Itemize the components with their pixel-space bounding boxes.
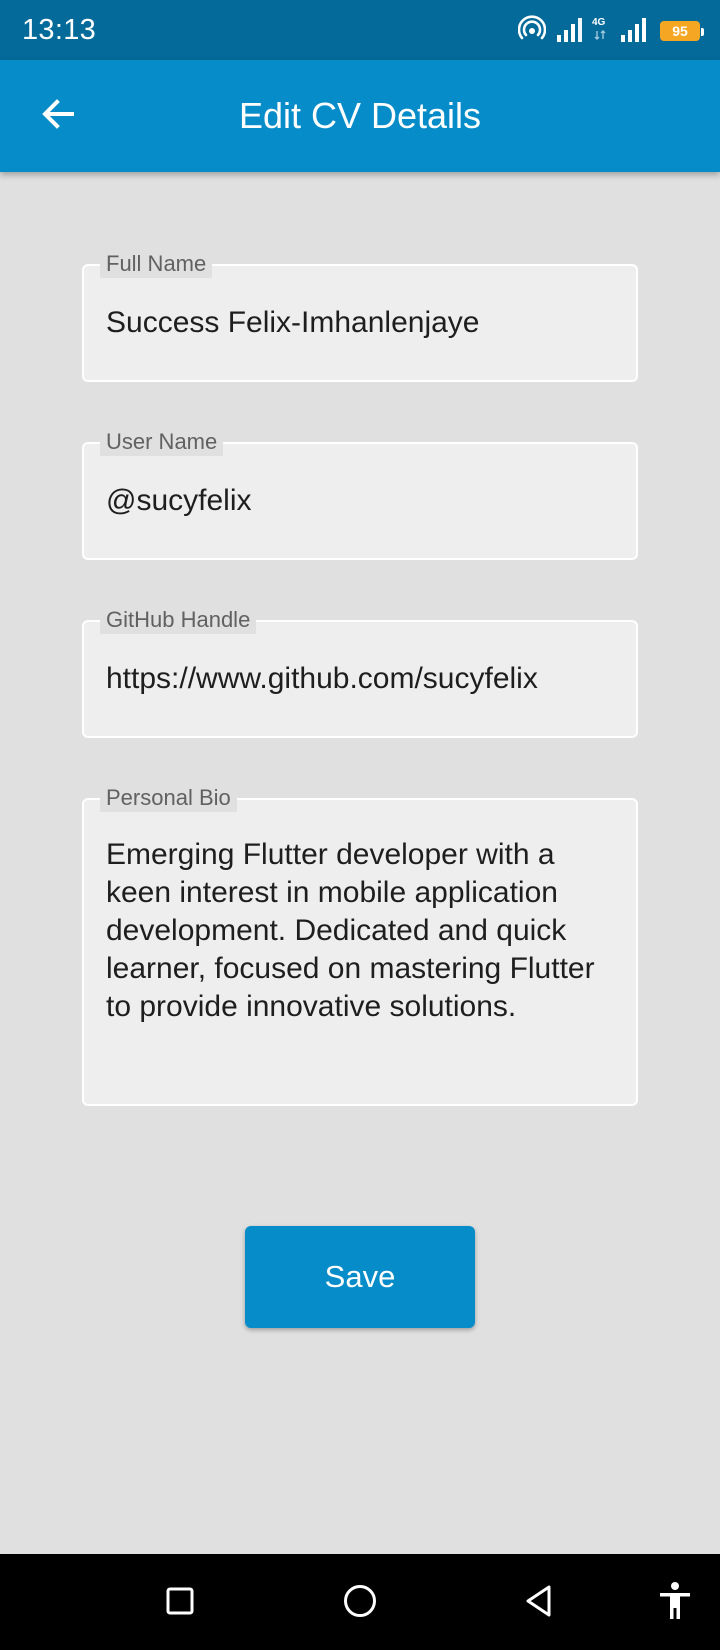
app-bar: Edit CV Details: [0, 60, 720, 172]
full-name-label: Full Name: [100, 250, 213, 278]
home-circle-icon: [342, 1583, 378, 1624]
signal-icon-2: [620, 15, 646, 48]
full-name-field[interactable]: Full Name Success Felix-Imhanlenjaye: [82, 250, 638, 382]
back-triangle-icon: [523, 1584, 555, 1623]
status-icons: 4G 95: [517, 14, 704, 48]
battery-icon: 95: [660, 21, 704, 41]
user-name-label: User Name: [100, 428, 224, 456]
save-button[interactable]: Save: [245, 1226, 475, 1328]
accessibility-icon: [658, 1581, 692, 1626]
status-bar: 13:13 4G 95: [0, 0, 720, 60]
nav-back-button[interactable]: [514, 1578, 564, 1628]
user-name-field[interactable]: User Name @sucyfelix: [82, 428, 638, 560]
personal-bio-field[interactable]: Personal Bio Emerging Flutter developer …: [82, 784, 638, 1106]
personal-bio-label: Personal Bio: [100, 784, 237, 812]
network-type-icon: 4G: [592, 17, 610, 45]
recents-button[interactable]: [155, 1578, 205, 1628]
status-time: 13:13: [22, 14, 97, 46]
github-handle-label: GitHub Handle: [100, 606, 257, 634]
github-handle-field[interactable]: GitHub Handle https://www.github.com/suc…: [82, 606, 638, 738]
personal-bio-value[interactable]: Emerging Flutter developer with a keen i…: [106, 836, 618, 1026]
accessibility-button[interactable]: [650, 1578, 700, 1628]
signal-icon: [556, 15, 582, 48]
full-name-value[interactable]: Success Felix-Imhanlenjaye: [106, 304, 618, 342]
user-name-value[interactable]: @sucyfelix: [106, 482, 618, 520]
recents-square-icon: [165, 1586, 195, 1621]
hotspot-icon: [517, 14, 547, 48]
github-handle-value[interactable]: https://www.github.com/sucyfelix: [106, 660, 618, 698]
home-button[interactable]: [335, 1578, 385, 1628]
page-title: Edit CV Details: [238, 95, 482, 136]
system-nav-bar: [0, 1554, 720, 1650]
battery-level: 95: [672, 23, 688, 39]
